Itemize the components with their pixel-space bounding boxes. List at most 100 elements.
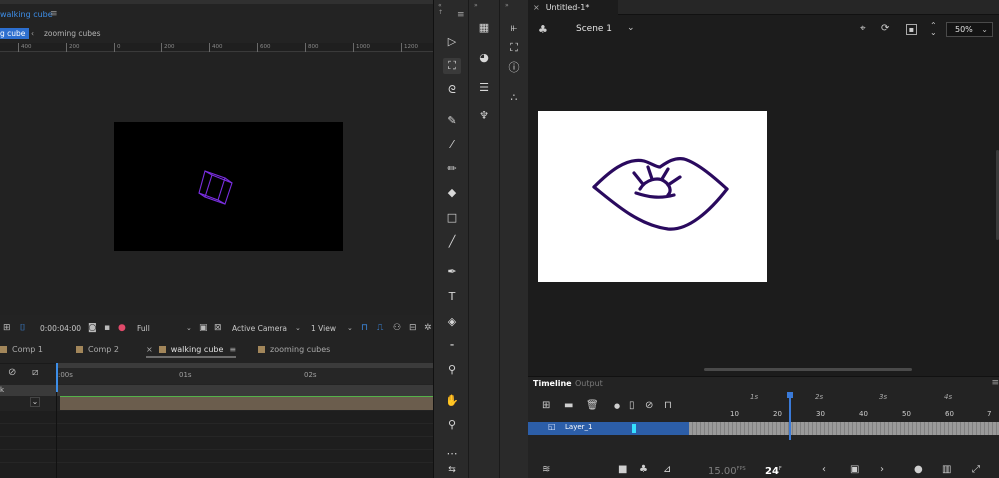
- pencil-tool-icon[interactable]: ✏: [443, 161, 461, 177]
- camera-select[interactable]: Active Camera: [232, 323, 287, 334]
- frame-cells[interactable]: [689, 422, 999, 435]
- tab-timeline[interactable]: Timeline: [533, 379, 572, 388]
- frame-ruler[interactable]: 1s 2s 3s 4s 10 20 30 40 50 60 7: [689, 390, 999, 420]
- zoom-tool-icon[interactable]: ⚲: [443, 417, 461, 433]
- timeline-layer-row[interactable]: k: [0, 385, 433, 396]
- pin-tool-icon[interactable]: ⚲: [443, 362, 461, 378]
- exposure-icon[interactable]: ✲: [424, 323, 432, 334]
- transform-icon[interactable]: ⛶: [505, 40, 523, 56]
- new-layer-icon[interactable]: ⊞: [542, 400, 550, 411]
- zoom-select[interactable]: 50% ⌄: [946, 22, 993, 37]
- properties-panel-icon[interactable]: ▦: [475, 20, 493, 36]
- rotate-stage-icon[interactable]: ⟳: [881, 23, 889, 34]
- color-channels-icon[interactable]: ●: [118, 323, 126, 334]
- layer-depth-icon[interactable]: ≋: [542, 464, 550, 475]
- components-icon[interactable]: ∴: [505, 90, 523, 106]
- close-icon[interactable]: ×: [533, 3, 540, 12]
- lock-icon[interactable]: ⊓: [664, 400, 672, 411]
- resolution-dropdown-icon[interactable]: ⌄: [186, 323, 192, 334]
- tab-output[interactable]: Output: [575, 379, 603, 388]
- rectangle-tool-icon[interactable]: □: [443, 210, 461, 226]
- tab-comp-1[interactable]: Comp 1: [0, 344, 43, 356]
- clip-content-icon[interactable]: ▪: [906, 24, 917, 35]
- wireframe-cube[interactable]: [114, 122, 343, 251]
- panel-menu-icon[interactable]: ≡: [229, 345, 236, 354]
- paint-brush-tool-icon[interactable]: ✎: [443, 113, 461, 129]
- frame-rate[interactable]: 15.00FPS: [708, 466, 746, 477]
- collapse-icon[interactable]: »: [505, 2, 509, 9]
- paint-bucket-tool-icon[interactable]: ◈: [443, 314, 461, 330]
- lips-drawing[interactable]: [538, 111, 767, 282]
- view-layout-select[interactable]: 1 View: [311, 323, 336, 334]
- camera-dropdown-icon[interactable]: ⌄: [295, 323, 301, 334]
- chevron-down-icon[interactable]: ⌄: [627, 23, 635, 33]
- resolution-select[interactable]: Full: [137, 323, 150, 334]
- free-transform-tool-icon[interactable]: ⛶: [443, 58, 461, 74]
- zoom-stepper-icon[interactable]: ⌃ ⌄: [930, 22, 937, 37]
- timecode-readout[interactable]: 0:00:04:00: [40, 323, 81, 334]
- stage-canvas[interactable]: [538, 111, 767, 282]
- fast-previews-icon[interactable]: ▣: [199, 323, 208, 334]
- view-dropdown-icon[interactable]: ⌄: [347, 323, 353, 334]
- align-panel-icon[interactable]: ☰: [475, 80, 493, 96]
- timeline-icon[interactable]: ⊟: [409, 323, 417, 334]
- show-snapshot-icon[interactable]: ▪: [104, 323, 110, 334]
- draft-3d-icon[interactable]: ⎍: [377, 323, 383, 334]
- document-tab[interactable]: × Untitled-1*: [528, 0, 618, 15]
- selection-tool-icon[interactable]: ▷: [443, 34, 461, 50]
- scene-name[interactable]: Scene 1: [576, 24, 612, 34]
- composition-frame[interactable]: [114, 122, 343, 251]
- expand-icon[interactable]: ⤢: [972, 464, 980, 475]
- current-frame[interactable]: 24F: [765, 466, 782, 477]
- motion-blur-icon[interactable]: ⊘: [8, 367, 16, 378]
- region-of-interest-icon[interactable]: ⌷: [20, 323, 25, 334]
- line-tool-icon[interactable]: ╱: [443, 234, 461, 250]
- graph-icon[interactable]: ⊿: [663, 464, 671, 475]
- show-hide-icon[interactable]: ⊘: [645, 400, 653, 411]
- horizontal-scrollbar[interactable]: [704, 368, 912, 371]
- composition-viewer[interactable]: [0, 53, 433, 315]
- edit-multiple-frames-icon[interactable]: ▥: [942, 464, 951, 475]
- outline-icon[interactable]: ▯: [629, 400, 635, 411]
- align-icon[interactable]: ⫦: [505, 20, 523, 36]
- tab-comp-2[interactable]: Comp 2: [76, 344, 119, 356]
- collapse-icon[interactable]: «↑: [438, 2, 443, 16]
- close-icon[interactable]: ×: [146, 345, 153, 354]
- info-icon[interactable]: ⓘ: [505, 60, 523, 76]
- play-stop-icon[interactable]: ▣: [850, 464, 859, 475]
- composition-panel-title[interactable]: walking cube: [0, 10, 53, 19]
- onion-skin-icon[interactable]: ●: [914, 464, 923, 475]
- more-tools-icon[interactable]: ⋯: [443, 446, 461, 462]
- step-forward-icon[interactable]: ›: [880, 464, 884, 475]
- collapse-icon[interactable]: »: [474, 2, 478, 9]
- parent-dropdown-icon[interactable]: ⌄: [30, 397, 40, 407]
- layer-duration-bar[interactable]: [60, 397, 433, 410]
- grid-icon[interactable]: ⊞: [3, 323, 11, 334]
- work-area-bar[interactable]: [56, 363, 433, 368]
- hand-tool-icon[interactable]: ✋: [443, 393, 461, 409]
- motion-presets-icon[interactable]: ♆: [475, 108, 493, 124]
- tab-zooming-cubes[interactable]: zooming cubes: [258, 344, 330, 356]
- layer-frames[interactable]: [689, 422, 999, 435]
- timeline-time-ruler[interactable]: :00s 01s 02s: [56, 363, 433, 384]
- panel-menu-icon[interactable]: ≡: [457, 10, 465, 20]
- panel-menu-icon[interactable]: ≡: [991, 378, 999, 388]
- text-tool-icon[interactable]: T: [443, 289, 461, 305]
- step-back-icon[interactable]: ‹: [822, 464, 826, 475]
- eyedropper-tool-icon[interactable]: ⁃: [443, 338, 461, 354]
- playhead[interactable]: [789, 392, 791, 440]
- breadcrumb-current[interactable]: g cube: [0, 28, 30, 39]
- flowchart-icon[interactable]: ⚇: [393, 323, 401, 334]
- parenting-icon[interactable]: ♣: [639, 464, 648, 475]
- highlight-icon[interactable]: ●: [614, 402, 620, 410]
- library-panel-icon[interactable]: ◕: [475, 50, 493, 66]
- camera-icon[interactable]: ■: [618, 464, 627, 475]
- frame-blending-icon[interactable]: ⧄: [32, 367, 38, 378]
- brush-tool-icon[interactable]: ⁄: [443, 137, 461, 153]
- snapshot-camera-icon[interactable]: ◙: [88, 323, 97, 334]
- breadcrumb-item[interactable]: zooming cubes: [44, 28, 101, 39]
- new-folder-icon[interactable]: ▬: [564, 400, 573, 411]
- panel-menu-icon[interactable]: ≡: [50, 9, 58, 19]
- layer-color-marker[interactable]: [632, 424, 636, 433]
- delete-layer-icon[interactable]: 🗑: [586, 400, 599, 411]
